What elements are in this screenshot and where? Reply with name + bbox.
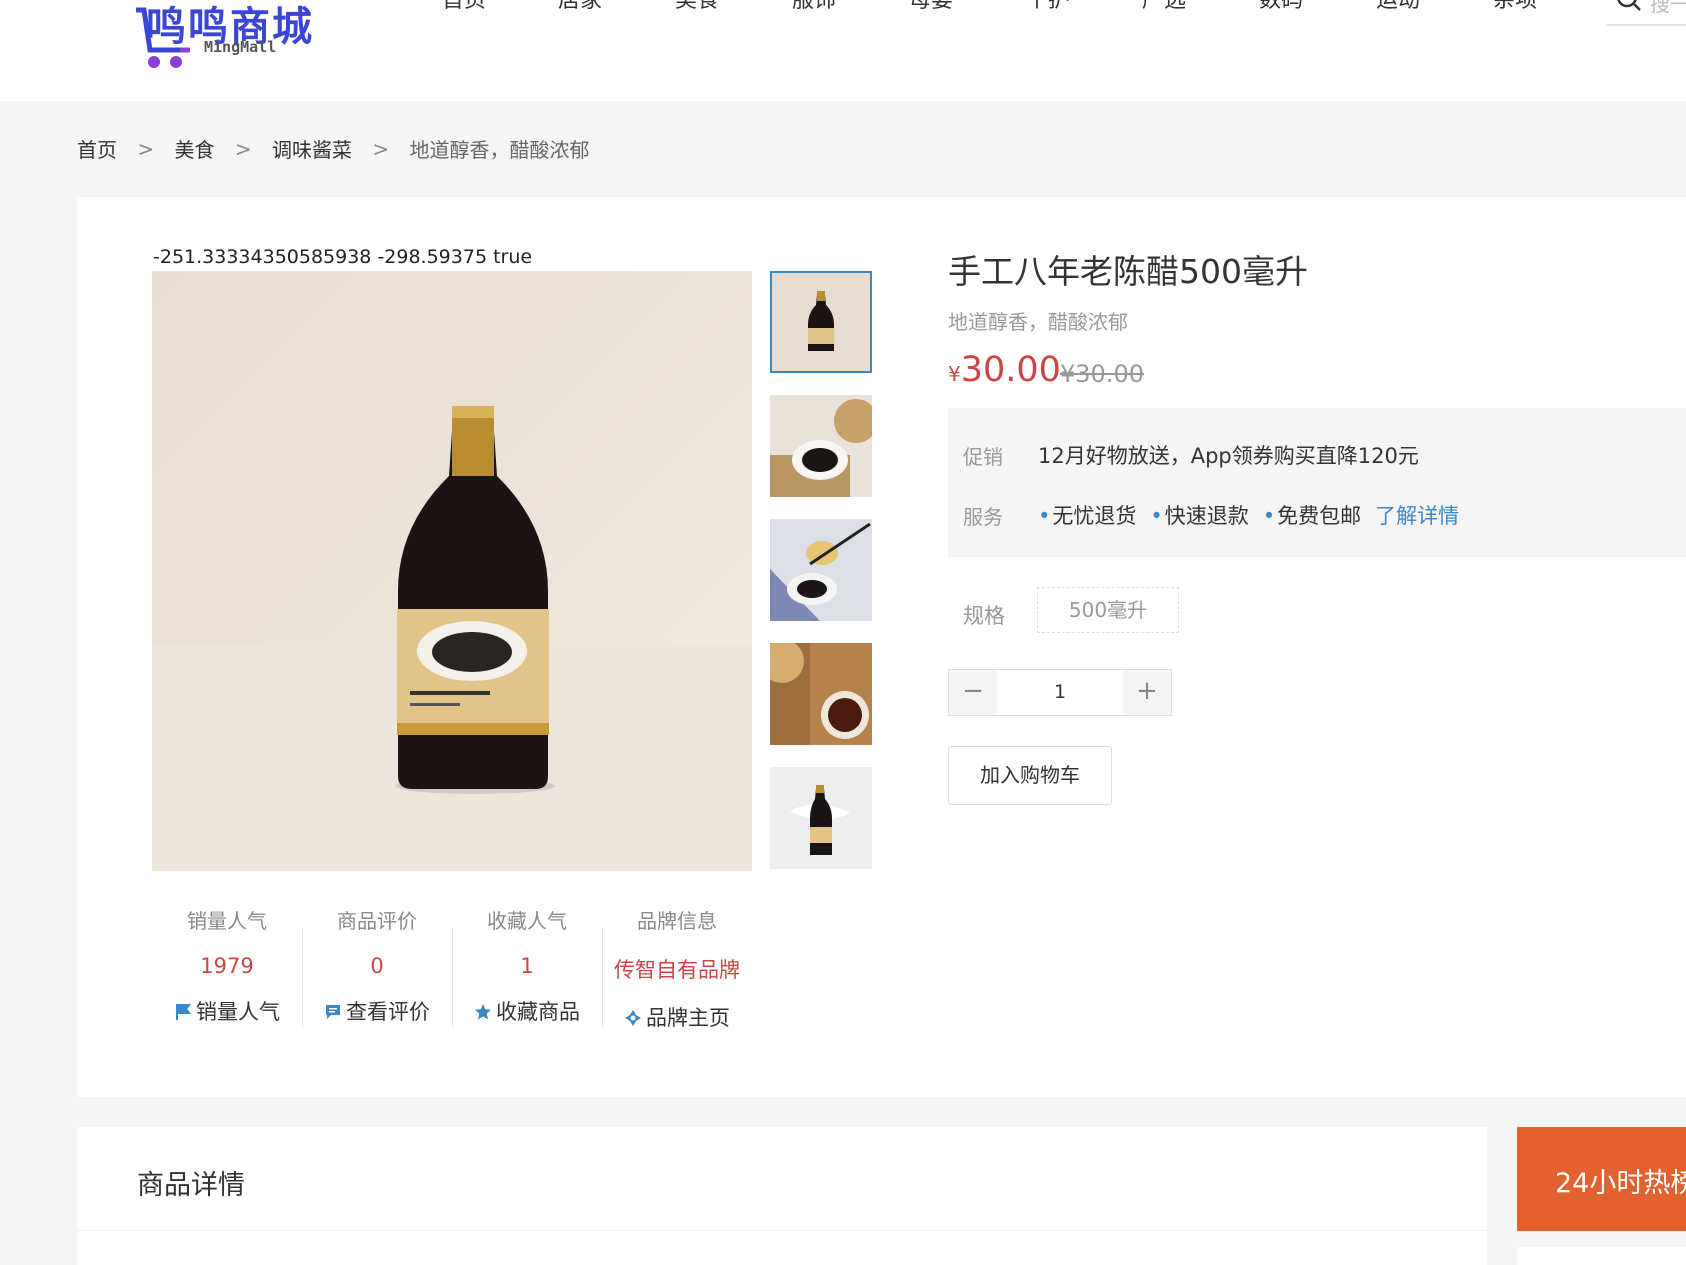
hot-ranking-title: 24小时热榜 (1555, 1168, 1686, 1199)
stat-brand: 品牌信息 传智自有品牌 品牌主页 (602, 905, 752, 1032)
nav-sports[interactable]: 运动 (1376, 0, 1420, 14)
product-stats: 销量人气 1979 销量人气 商品评价 0 查看评价 收藏人气 1 收藏商品 品… (152, 905, 752, 1045)
comment-icon (326, 1005, 340, 1019)
quantity-decrease-button[interactable]: − (949, 670, 997, 715)
breadcrumb-separator: > (137, 136, 155, 161)
nav-food[interactable]: 美食 (675, 0, 719, 14)
price-value: 30.00 (960, 350, 1061, 390)
stat-link-label: 销量人气 (196, 1000, 280, 1024)
service-list: •无忧退货 •快速退款 •免费包邮 了解详情 (1038, 500, 1459, 530)
thumbnail-4[interactable] (770, 643, 872, 745)
nav-baby[interactable]: 母婴 (909, 0, 953, 14)
hot-ranking-list (1517, 1247, 1686, 1265)
service-item: •免费包邮 (1262, 504, 1362, 528)
nav-home[interactable]: 首页 (442, 0, 486, 14)
stat-link-label: 品牌主页 (646, 1006, 730, 1030)
stat-favorites: 收藏人气 1 收藏商品 (452, 905, 602, 1026)
product-subtitle: 地道醇香，醋酸浓郁 (948, 310, 1128, 334)
detail-title: 商品详情 (137, 1170, 245, 1201)
thumbnail-5[interactable] (770, 767, 872, 869)
service-details-link[interactable]: 了解详情 (1375, 504, 1459, 528)
promo-label: 促销 (963, 445, 1003, 469)
add-to-cart-button[interactable]: 加入购物车 (948, 746, 1112, 805)
nav-digital[interactable]: 数码 (1259, 0, 1303, 14)
nav-personal-care[interactable]: 个护 (1026, 0, 1070, 14)
stat-value: 0 (370, 954, 384, 978)
hot-ranking-header: 24小时热榜 (1517, 1127, 1686, 1231)
stat-link-label: 查看评价 (346, 1000, 430, 1024)
breadcrumb-food[interactable]: 美食 (174, 134, 214, 163)
service-item: •快速退款 (1150, 504, 1249, 528)
divider (77, 1230, 1487, 1231)
spec-label: 规格 (963, 604, 1005, 628)
service-item: •无忧退货 (1038, 504, 1137, 528)
stat-value: 1 (520, 954, 534, 978)
search-icon[interactable] (1616, 0, 1642, 12)
stat-label: 收藏人气 (487, 909, 567, 933)
site-logo[interactable]: 鸣鸣商城 MingMall (90, 0, 360, 68)
main-product-image[interactable] (152, 271, 752, 871)
thumbnail-2[interactable] (770, 395, 872, 497)
vinegar-bottle-image (152, 271, 752, 871)
stat-label: 品牌信息 (637, 909, 717, 933)
promo-service-box: 促销 12月好物放送，App领券购买直降120元 服务 •无忧退货 •快速退款 •免… (948, 408, 1686, 557)
breadcrumb-home[interactable]: 首页 (77, 134, 117, 163)
quantity-increase-button[interactable]: + (1123, 670, 1171, 715)
stat-link-brand[interactable]: 品牌主页 (602, 1002, 752, 1032)
debug-output: -251.33334350585938 -298.59375 true (153, 246, 533, 268)
search-input[interactable]: 搜一搜 (1650, 0, 1686, 17)
nav-home-living[interactable]: 居家 (558, 0, 602, 14)
original-price: ¥30.00 (1060, 360, 1144, 388)
promo-text: 12月好物放送，App领券购买直降120元 (1038, 444, 1419, 468)
brand-icon (625, 1010, 641, 1026)
breadcrumb-separator: > (372, 136, 390, 161)
currency-symbol: ¥ (948, 362, 961, 386)
quantity-input[interactable]: 1 (997, 670, 1123, 715)
stat-link-reviews[interactable]: 查看评价 (302, 996, 452, 1026)
stat-label: 商品评价 (337, 909, 417, 933)
thumbnail-3[interactable] (770, 519, 872, 621)
stat-sales: 销量人气 1979 销量人气 (152, 905, 302, 1026)
stat-label: 销量人气 (187, 909, 267, 933)
stat-link-label: 收藏商品 (496, 1000, 580, 1024)
breadcrumb-condiments[interactable]: 调味酱菜 (272, 134, 352, 163)
star-icon (475, 1004, 491, 1020)
thumbnail-1[interactable] (770, 271, 872, 373)
stat-link-sales[interactable]: 销量人气 (152, 996, 302, 1026)
stat-value: 1979 (200, 954, 254, 978)
logo-subtext: MingMall (204, 38, 277, 56)
nav-clothing[interactable]: 服饰 (792, 0, 836, 14)
search-box[interactable]: 搜一搜 (1606, 0, 1686, 26)
site-header: 鸣鸣商城 MingMall 首页 居家 美食 服饰 母婴 个护 严选 数码 运动… (0, 0, 1686, 101)
service-label: 服务 (963, 505, 1003, 529)
stat-link-favorites[interactable]: 收藏商品 (452, 996, 602, 1026)
product-detail-panel: 商品详情 (77, 1127, 1487, 1265)
nav-selected[interactable]: 严选 (1142, 0, 1186, 14)
nav-misc[interactable]: 杂项 (1493, 0, 1537, 14)
flag-icon (176, 1004, 191, 1020)
breadcrumb-separator: > (234, 136, 252, 161)
breadcrumb: 首页 > 美食 > 调味酱菜 > 地道醇香，醋酸浓郁 (77, 134, 589, 163)
current-price: ¥30.00 (948, 350, 1061, 390)
stat-reviews: 商品评价 0 查看评价 (302, 905, 452, 1026)
product-title: 手工八年老陈醋500毫升 (948, 252, 1308, 291)
spec-option-500ml[interactable]: 500毫升 (1037, 587, 1179, 633)
stat-value: 传智自有品牌 (614, 958, 740, 982)
quantity-stepper: − 1 + (948, 669, 1172, 716)
breadcrumb-current: 地道醇香，醋酸浓郁 (409, 138, 590, 162)
